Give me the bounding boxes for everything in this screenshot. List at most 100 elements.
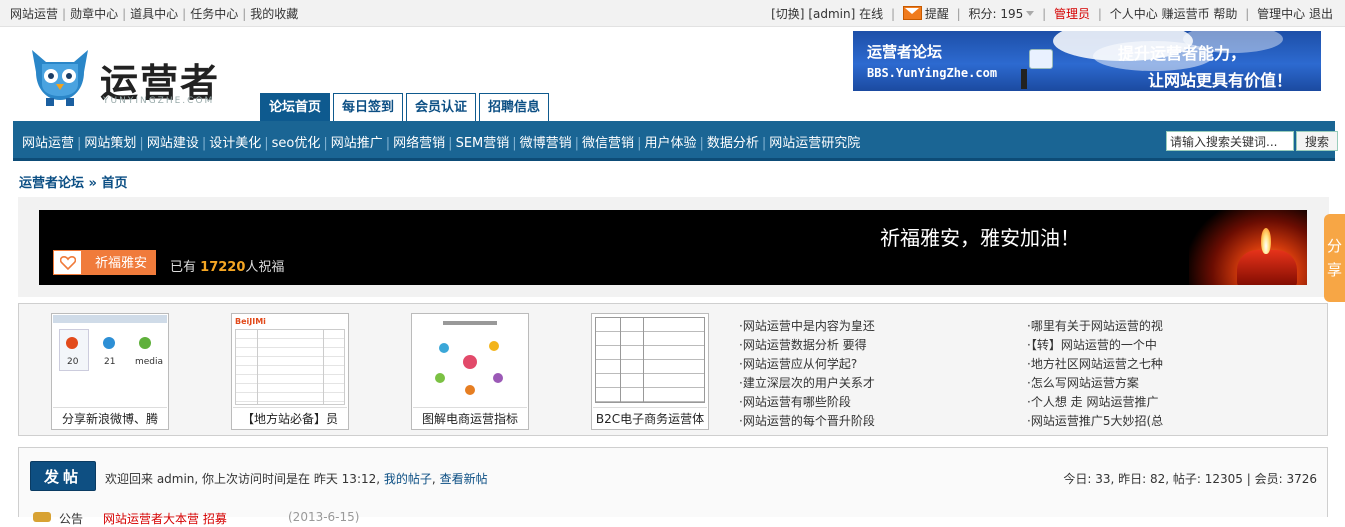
category-nav: 网站运营 | 网站策划 | 网站建设 | 设计美化 | seo优化 | 网站推广 | 网络营销 | SEM营… bbox=[13, 121, 1338, 161]
pray-button-label: 祈福雅安 bbox=[95, 255, 148, 270]
thumb-icon-label: 21 bbox=[104, 357, 116, 367]
welcome-text: 欢迎回来 admin, 你上次访问时间是在 昨天 13:12, bbox=[105, 472, 381, 486]
switch-user-link[interactable]: [切换] bbox=[771, 7, 804, 21]
tab-jobs[interactable]: 招聘信息 bbox=[479, 93, 550, 121]
nav-item[interactable]: 设计美化 bbox=[209, 136, 261, 151]
list-item[interactable]: ·网站运营的每个晋升阶段 bbox=[739, 414, 875, 428]
logout-link[interactable]: 退出 bbox=[1309, 7, 1333, 21]
list-item[interactable]: ·网站运营应从何学起? bbox=[739, 357, 857, 371]
prayer-count: 已有 17220人祝福 bbox=[170, 256, 284, 275]
nav-item[interactable]: 网站推广 bbox=[331, 136, 383, 151]
thumb-card[interactable]: BeiJIMi 【地方站必备】员 bbox=[231, 313, 349, 430]
nav-item[interactable]: SEM营销 bbox=[456, 136, 510, 151]
list-item[interactable]: ·【转】网站运营的一个中 bbox=[1027, 338, 1157, 352]
nav-item[interactable]: 用户体验 bbox=[644, 136, 696, 151]
nav-item[interactable]: 微博营销 bbox=[520, 136, 572, 151]
top-link-medals[interactable]: 勋章中心 bbox=[70, 7, 118, 21]
list-item[interactable]: ·哪里有关于网站运营的视 bbox=[1027, 319, 1163, 333]
header-banner[interactable]: 运营者论坛 BBS.YunYingZhe.com 提升运营者能力， 让网站更具有… bbox=[853, 31, 1321, 91]
thumb-image: 20 21 media bbox=[53, 315, 167, 408]
prayer-count-prefix: 已有 bbox=[170, 260, 197, 275]
tab-daily-signin[interactable]: 每日签到 bbox=[333, 93, 404, 121]
top-link-site-ops[interactable]: 网站运营 bbox=[10, 7, 58, 21]
list-item[interactable]: ·地方社区网站运营之七种 bbox=[1027, 357, 1163, 371]
new-post-button[interactable]: 发帖 bbox=[30, 461, 96, 491]
search-input[interactable] bbox=[1166, 131, 1294, 151]
prayer-count-suffix: 人祝福 bbox=[245, 260, 285, 275]
nav-item[interactable]: seo优化 bbox=[272, 136, 321, 151]
share-side-tab[interactable]: 分 享 bbox=[1324, 214, 1345, 302]
nav-item[interactable]: 数据分析 bbox=[707, 136, 759, 151]
username-link[interactable]: [admin] bbox=[808, 7, 855, 21]
welcome-panel: 发帖 欢迎回来 admin, 你上次访问时间是在 昨天 13:12, 我的帖子,… bbox=[18, 447, 1328, 526]
announcement-label: 公告 bbox=[59, 512, 84, 526]
thumb-icon-label: 20 bbox=[67, 357, 79, 367]
points-text: 积分: 195 bbox=[968, 7, 1024, 21]
person-silhouette-icon bbox=[1021, 69, 1027, 89]
nav-item[interactable]: 网站建设 bbox=[147, 136, 199, 151]
thumb-image bbox=[593, 315, 707, 408]
announcement-link[interactable]: 网站运营者大本营 招募 bbox=[103, 510, 227, 527]
help-link[interactable]: 帮助 bbox=[1213, 7, 1237, 21]
hot-list-right: ·哪里有关于网站运营的视 ·【转】网站运营的一个中 ·地方社区网站运营之七种 ·… bbox=[1027, 317, 1163, 431]
top-bar: 网站运营 | 勋章中心 | 道具中心 | 任务中心 | 我的收藏 [切换] [admin] 在线… bbox=[0, 0, 1345, 27]
prayer-banner: 祈福雅安，雅安加油！ 祈福雅安 已有 17220人祝福 bbox=[39, 210, 1307, 285]
nav-item[interactable]: 网络营销 bbox=[393, 136, 445, 151]
thumb-card[interactable]: 20 21 media 分享新浪微博、腾 bbox=[51, 313, 169, 430]
online-status: 在线 bbox=[859, 7, 884, 21]
globe-icon bbox=[1029, 49, 1053, 69]
list-item[interactable]: ·网站运营中是内容为皇还 bbox=[739, 319, 875, 333]
list-item[interactable]: ·怎么写网站运营方案 bbox=[1027, 376, 1139, 390]
list-item[interactable]: ·个人想 走 网站运营推广 bbox=[1027, 395, 1158, 409]
breadcrumb: 运营者论坛 » 首页 bbox=[19, 172, 128, 191]
new-posts-link[interactable]: 查看新帖 bbox=[440, 472, 488, 486]
tab-member-verify[interactable]: 会员认证 bbox=[406, 93, 477, 121]
thumb-image bbox=[413, 315, 527, 408]
pray-button[interactable]: 祈福雅安 bbox=[53, 250, 156, 275]
top-link-favorites[interactable]: 我的收藏 bbox=[250, 7, 298, 21]
top-left-links: 网站运营 | 勋章中心 | 道具中心 | 任务中心 | 我的收藏 bbox=[10, 7, 299, 21]
list-item[interactable]: ·网站运营数据分析 要得 bbox=[739, 338, 867, 352]
thumb-caption[interactable]: 图解电商运营指标 bbox=[412, 410, 528, 427]
search-button[interactable]: 搜索 bbox=[1296, 131, 1338, 151]
nav-item[interactable]: 微信营销 bbox=[582, 136, 634, 151]
list-item[interactable]: ·建立深层次的用户关系才 bbox=[739, 376, 875, 390]
breadcrumb-current: 首页 bbox=[101, 176, 128, 191]
hot-list-left: ·网站运营中是内容为皇还 ·网站运营数据分析 要得 ·网站运营应从何学起? ·建… bbox=[739, 317, 875, 431]
admin-center-link[interactable]: 管理中心 bbox=[1257, 7, 1305, 21]
nav-item[interactable]: 网站运营 bbox=[22, 136, 74, 151]
prayer-count-number: 17220 bbox=[200, 260, 246, 275]
tab-forum-home[interactable]: 论坛首页 bbox=[260, 93, 331, 122]
admin-role-link[interactable]: 管理员 bbox=[1054, 7, 1090, 21]
announcement-date: (2013-6-15) bbox=[288, 510, 360, 524]
remind-link[interactable]: 提醒 bbox=[925, 7, 949, 21]
share-char: 享 bbox=[1326, 261, 1342, 279]
nav-item[interactable]: 网站运营研究院 bbox=[769, 136, 860, 151]
thumb-caption[interactable]: 【地方站必备】员 bbox=[232, 410, 348, 427]
featured-posts: 20 21 media 分享新浪微博、腾 BeiJIMi 【地方站必备】员 图解… bbox=[18, 303, 1328, 436]
earn-coins-link[interactable]: 赚运营币 bbox=[1162, 7, 1210, 21]
list-item[interactable]: ·网站运营推广5大妙招(总 bbox=[1027, 414, 1163, 428]
banner-url: BBS.YunYingZhe.com bbox=[867, 66, 998, 80]
banner-forum-name: 运营者论坛 bbox=[867, 43, 943, 61]
list-item[interactable]: ·网站运营有哪些阶段 bbox=[739, 395, 851, 409]
share-char: 分 bbox=[1326, 237, 1342, 255]
thumb-image: BeiJIMi bbox=[233, 315, 347, 408]
points-link[interactable]: 积分: 195 bbox=[969, 7, 1035, 21]
logo-owl-icon[interactable] bbox=[28, 44, 92, 108]
thumb-caption[interactable]: 分享新浪微博、腾 bbox=[52, 410, 168, 427]
top-link-tasks[interactable]: 任务中心 bbox=[190, 7, 238, 21]
personal-center-link[interactable]: 个人中心 bbox=[1110, 7, 1158, 21]
thumb-caption[interactable]: B2C电子商务运营体 bbox=[592, 410, 708, 427]
thumb-card[interactable]: B2C电子商务运营体 bbox=[591, 313, 709, 430]
thumb-card[interactable]: 图解电商运营指标 bbox=[411, 313, 529, 430]
top-link-props[interactable]: 道具中心 bbox=[130, 7, 178, 21]
nav-item[interactable]: 网站策划 bbox=[84, 136, 136, 151]
breadcrumb-home[interactable]: 运营者论坛 bbox=[19, 176, 84, 191]
breadcrumb-arrow: » bbox=[88, 176, 97, 191]
welcome-message: 欢迎回来 admin, 你上次访问时间是在 昨天 13:12, 我的帖子, 查看… bbox=[105, 472, 488, 486]
my-posts-link[interactable]: 我的帖子 bbox=[384, 472, 432, 486]
flame-icon bbox=[1261, 228, 1271, 254]
banner-slogan-2: 让网站更具有价值！ bbox=[1148, 71, 1293, 90]
top-right-links: [切换] [admin] 在线 | 提醒 | 积分: 195 | 管理员 | 个… bbox=[771, 6, 1333, 21]
